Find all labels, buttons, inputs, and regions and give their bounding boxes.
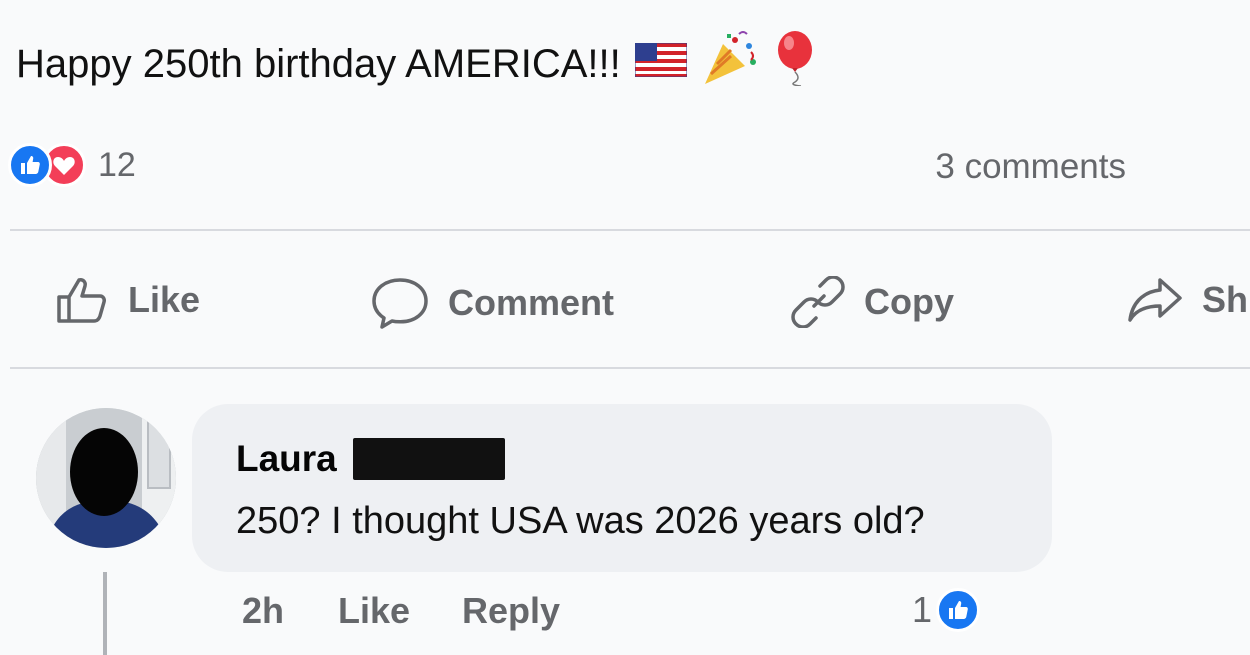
comment-text: 250? I thought USA was 2026 years old? [236,500,925,542]
comments-count-link[interactable]: 3 comments [935,147,1126,187]
comment-bubble: Laura 250? I thought USA was 2026 years … [192,404,1052,572]
share-button-label: Sh [1202,279,1249,320]
thumbs-up-icon [57,278,106,323]
avatar[interactable] [36,408,176,548]
share-arrow-icon [1128,278,1182,322]
balloon-icon [775,30,819,97]
reaction-count: 12 [98,145,136,184]
link-icon [791,276,845,328]
comment-button[interactable]: Comment [370,276,614,330]
party-popper-icon [701,30,761,97]
comment-reaction-summary[interactable]: 1 [912,588,981,632]
comment-bubble-icon [372,278,428,329]
action-bar: Like Comment Copy Sh [0,276,1250,332]
comment-author-row: Laura [236,438,505,480]
comment-like-button[interactable]: Like [338,590,410,632]
copy-button-label: Copy [864,281,954,322]
thread-line [103,572,107,655]
post-text-row: Happy 250th birthday AMERICA!!! [16,30,819,97]
us-flag-icon [634,40,688,88]
post-text: Happy 250th birthday AMERICA!!! [16,41,621,86]
copy-button[interactable]: Copy [790,276,954,328]
reaction-summary[interactable]: 12 [8,143,136,187]
like-button-label: Like [128,279,201,320]
comment-author[interactable]: Laura [236,438,337,480]
divider [10,229,1250,231]
redaction-bar [352,438,505,480]
divider [10,367,1250,369]
comment-button-label: Comment [448,282,615,323]
share-button[interactable]: Sh [1126,276,1248,324]
like-button[interactable]: Like [56,276,200,324]
like-reaction-icon [8,143,52,187]
comment-timestamp[interactable]: 2h [242,590,284,632]
comment-like-count: 1 [912,589,933,630]
thumbs-up-icon [936,588,981,632]
comment-reply-button[interactable]: Reply [462,590,560,632]
